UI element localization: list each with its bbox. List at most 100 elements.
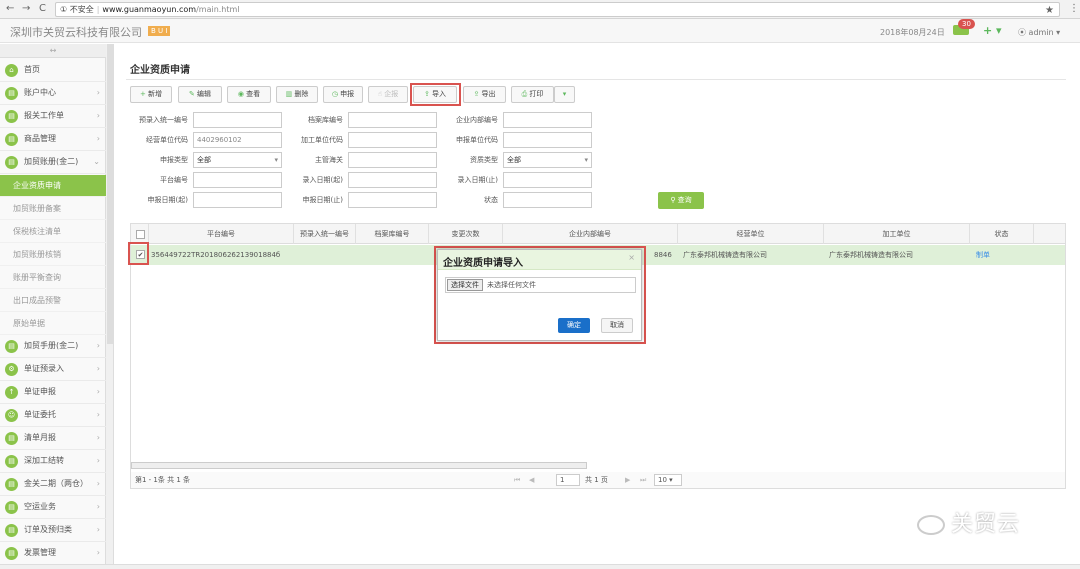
scrollbar-thumb[interactable] — [107, 44, 113, 344]
select-all-checkbox[interactable] — [136, 230, 145, 239]
customs-input[interactable] — [348, 152, 437, 168]
chevron-right-icon: › — [96, 525, 100, 534]
user-menu[interactable]: ⦿ admin ▾ — [1018, 27, 1060, 38]
archive-no-input[interactable] — [348, 112, 437, 128]
sidebar-item-account[interactable]: ▤ 账户中心 › — [0, 82, 106, 105]
first-page-icon[interactable]: ⏮ — [514, 472, 520, 489]
back-icon[interactable]: ← — [6, 3, 14, 14]
processing-unit-code-input[interactable] — [348, 132, 437, 148]
sidebar-item-customs-worksheet[interactable]: ▤ 报关工作单 › — [0, 105, 106, 128]
sidebar-subitem-account-verify[interactable]: 加贸账册核销 — [0, 244, 106, 266]
sidebar-item-label: 首页 — [24, 65, 40, 74]
close-icon[interactable]: × — [628, 253, 635, 262]
status-input[interactable] — [503, 192, 592, 208]
page-number-input[interactable]: 1 — [556, 474, 580, 486]
export-button[interactable]: ⇪ 导出 — [463, 86, 506, 103]
bookmark-star-icon[interactable]: ★ — [1045, 4, 1054, 17]
sidebar-subitem-balance-query[interactable]: 账册平衡查询 — [0, 267, 106, 289]
entry-icon: ⚙ — [5, 363, 18, 376]
platform-no-cell: 356449722TR20180626213901884б — [151, 251, 281, 259]
sidebar-item-processing-account[interactable]: ▤ 加贸账册(金二) ⌄ — [0, 151, 106, 174]
query-button[interactable]: ⚲ 查询 — [658, 192, 704, 209]
reload-icon[interactable]: C — [39, 3, 46, 14]
sidebar-scrollbar[interactable] — [106, 44, 114, 564]
sidebar-item-label: 单证申报 — [24, 387, 56, 396]
declare-unit-code-input[interactable] — [503, 132, 592, 148]
sidebar-item-label: 报关工作单 — [24, 111, 64, 120]
record-info: 第1 - 1条 共 1 条 — [135, 476, 191, 484]
file-input[interactable]: 选择文件 未选择任何文件 — [445, 277, 636, 293]
plus-icon: + — [139, 90, 149, 98]
column-header[interactable]: 档案库编号 — [356, 224, 429, 244]
column-header[interactable]: 加工单位 — [824, 224, 970, 244]
column-header[interactable]: 预录入统一编号 — [294, 224, 356, 244]
dialog-header[interactable]: 企业资质申请导入 × — [438, 250, 641, 270]
sidebar-item-doc-delegate[interactable]: ☺ 单证委托 › — [0, 404, 106, 427]
ledger-icon: ▤ — [5, 156, 18, 169]
next-page-icon[interactable]: ▶ — [625, 472, 630, 489]
cancel-button[interactable]: 取消 — [601, 318, 633, 333]
declare-type-select[interactable]: 全部 — [193, 152, 282, 168]
sidebar-item-monthly-report[interactable]: ▤ 清单月报 › — [0, 427, 106, 450]
sidebar-collapse-toggle[interactable]: ↔ — [0, 44, 106, 58]
sidebar-item-goods[interactable]: ▤ 商品管理 › — [0, 128, 106, 151]
form-label: 录入日期(止) — [457, 176, 498, 184]
last-page-icon[interactable]: ⏭ — [640, 472, 646, 489]
sidebar-subitem-bonded-list[interactable]: 保税核注清单 — [0, 221, 106, 243]
preentry-no-input[interactable] — [193, 112, 282, 128]
sidebar-subitem-qualification[interactable]: 企业资质申请 — [0, 175, 106, 197]
sidebar-item-air-freight[interactable]: ▤ 空运业务 › — [0, 496, 106, 519]
grid-horizontal-scrollbar[interactable] — [131, 462, 587, 469]
column-header[interactable]: 状态 — [970, 224, 1034, 244]
form-label: 申报单位代码 — [456, 136, 498, 144]
prev-page-icon[interactable]: ◀ — [529, 472, 534, 489]
sidebar-item-home[interactable]: ⌂ 首页 — [0, 59, 106, 82]
page-size-select[interactable]: 10 ▾ — [654, 474, 682, 486]
column-header[interactable]: 企业内部编号 — [503, 224, 678, 244]
sidebar-item-golden-customs[interactable]: ▤ 金关二期（两仓） › — [0, 473, 106, 496]
print-button[interactable]: ⎙ 打印 — [511, 86, 554, 103]
chevron-right-icon: › — [96, 387, 100, 396]
declare-date-from-input[interactable] — [193, 192, 282, 208]
edit-button[interactable]: ✎ 编辑 — [178, 86, 222, 103]
status-link[interactable]: 制单 — [976, 245, 1026, 265]
sidebar-item-deep-processing[interactable]: ▤ 深加工结转 › — [0, 450, 106, 473]
sidebar-item-orders[interactable]: ▤ 订单及预归类 › — [0, 519, 106, 542]
choose-file-button[interactable]: 选择文件 — [447, 279, 483, 291]
form-label: 平台编号 — [160, 176, 188, 184]
wechat-icon — [917, 515, 945, 535]
column-header[interactable]: 变更次数 — [429, 224, 503, 244]
internal-no-input[interactable] — [503, 112, 592, 128]
address-bar[interactable]: ① 不安全 | www.guanmaoyun.com/main.html ★ — [55, 2, 1060, 17]
transfer-icon: ▤ — [5, 455, 18, 468]
declare-date-to-input[interactable] — [348, 192, 437, 208]
sidebar-item-doc-declare[interactable]: ↑ 单证申报 › — [0, 381, 106, 404]
sidebar-subitem-original-docs[interactable]: 原始单据 — [0, 313, 106, 335]
view-button[interactable]: ◉ 查看 — [227, 86, 271, 103]
add-button[interactable]: + 新增 — [130, 86, 172, 103]
sidebar-subitem-account-filing[interactable]: 加贸账册备案 — [0, 198, 106, 220]
forward-icon[interactable]: → — [22, 3, 30, 14]
declare-button[interactable]: ◷ 申报 — [323, 86, 363, 103]
column-header[interactable]: 经营单位 — [678, 224, 824, 244]
security-indicator[interactable]: ① 不安全 — [60, 5, 94, 14]
select-all-cell[interactable] — [131, 224, 149, 244]
print-dropdown-button[interactable]: ▾ — [554, 86, 575, 103]
approve-button[interactable]: ☝ 企报 — [368, 86, 408, 103]
browser-menu-icon[interactable]: ⋮ — [1069, 3, 1079, 14]
qualification-type-select[interactable]: 全部 — [503, 152, 592, 168]
delete-button[interactable]: ▥ 删除 — [276, 86, 318, 103]
sidebar-item-label: 金关二期（两仓） — [24, 479, 88, 488]
column-header[interactable]: 平台编号 — [149, 224, 294, 244]
confirm-button[interactable]: 确定 — [558, 318, 590, 333]
sidebar-item-processing-manual[interactable]: ▤ 加贸手册(金二) › — [0, 335, 106, 358]
delete-label: 删除 — [294, 90, 309, 98]
entry-date-from-input[interactable] — [348, 172, 437, 188]
platform-no-input[interactable] — [193, 172, 282, 188]
business-unit-code-input[interactable]: 4402960102 — [193, 132, 282, 148]
sidebar-subitem-export-warning[interactable]: 出口成品预警 — [0, 290, 106, 312]
add-menu-button[interactable]: + ▾ — [983, 24, 1002, 37]
sidebar-item-invoices[interactable]: ▤ 发票管理 › — [0, 542, 106, 565]
sidebar-item-doc-entry[interactable]: ⚙ 单证预录入 › — [0, 358, 106, 381]
entry-date-to-input[interactable] — [503, 172, 592, 188]
